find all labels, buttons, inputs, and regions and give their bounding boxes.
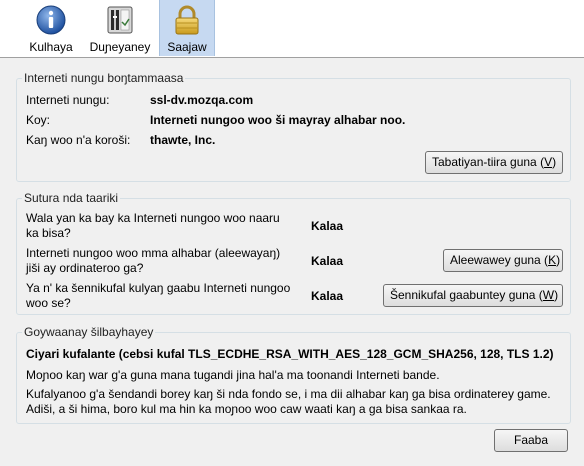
tab-general[interactable]: Kulhaya — [20, 0, 82, 56]
question-visited: Wala yan ka bay ka Interneti nungoo woo … — [26, 211, 280, 240]
question-cookies: Interneti nungoo woo mma alhabar (aleewa… — [26, 246, 281, 275]
privacy-group: Sutura nda taariki Wala yan ka bay ka In… — [16, 191, 571, 315]
tab-general-label: Kulhaya — [29, 40, 73, 54]
cipher-summary: Ciyari kufalante (cebsi kufal TLS_ECDHE_… — [26, 347, 554, 361]
view-certificate-button[interactable]: Tabatiyan-tiira guna (V) — [425, 151, 563, 174]
answer-visited: Kalaa — [311, 219, 344, 233]
help-button[interactable]: Faaba — [494, 429, 568, 452]
tab-media-label: Duɲeyaney — [89, 40, 151, 54]
technical-line-3: Adiši, a ši hima, boro kul ma hin ka moɲ… — [26, 402, 467, 416]
technical-group: Goywaanay šilbayhayey Ciyari kufalante (… — [16, 325, 571, 424]
owner-label: Koy: — [26, 113, 51, 127]
technical-line-1: Moɲoo kaŋ war g'a guna mana tugandi jina… — [26, 368, 440, 382]
verifier-value: thawte, Inc. — [150, 133, 216, 147]
lock-icon — [175, 5, 199, 35]
tab-toolbar: Kulhaya Duɲeyaney Saajaw — [0, 0, 584, 58]
tab-security[interactable]: Saajaw — [159, 0, 215, 56]
identity-title: Interneti nungu boŋtammaasa — [22, 71, 186, 85]
answer-passwords: Kalaa — [311, 289, 344, 303]
owner-value: Interneti nungoo woo ši mayray alhabar n… — [150, 113, 406, 127]
technical-title: Goywaanay šilbayhayey — [22, 325, 156, 339]
technical-line-2: Kufalyanoo g'a šendandi borey kaŋ ši nda… — [26, 387, 551, 401]
view-cookies-button[interactable]: Aleewawey guna (K) — [443, 249, 563, 272]
view-passwords-button[interactable]: Šennikufal gaabuntey guna (W) — [383, 284, 563, 307]
tab-media[interactable]: Duɲeyaney — [86, 0, 154, 56]
privacy-title: Sutura nda taariki — [22, 191, 121, 205]
answer-cookies: Kalaa — [311, 254, 344, 268]
info-icon — [36, 5, 66, 35]
tab-security-label: Saajaw — [167, 40, 207, 54]
identity-group: Interneti nungu boŋtammaasa Interneti nu… — [16, 71, 571, 182]
verifier-label: Kaŋ woo n'a koroši: — [26, 133, 131, 147]
site-value: ssl-dv.mozqa.com — [150, 93, 254, 107]
site-label: Interneti nungu: — [26, 93, 110, 107]
question-passwords: Ya n' ka šennikufal kulyaŋ gaabu Interne… — [26, 281, 291, 310]
media-icon — [107, 6, 133, 34]
